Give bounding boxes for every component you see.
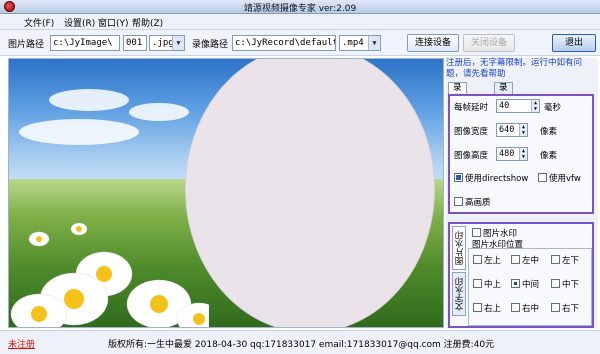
- video-ext-select[interactable]: .mp4 ▼: [339, 35, 381, 51]
- height-value: 480: [499, 149, 515, 159]
- vfw-label: 使用vfw: [549, 174, 581, 184]
- tab-text-watermark[interactable]: 文字水印: [452, 272, 466, 316]
- directshow-label: 使用directshow: [465, 174, 529, 184]
- position-label: 右下: [562, 304, 580, 314]
- vfw-checkbox[interactable]: [538, 173, 547, 182]
- position-label: 左下: [562, 256, 580, 266]
- width-label: 图像宽度: [454, 127, 489, 137]
- spinner-arrows-icon: ▲ ▼: [519, 124, 527, 136]
- position-radio-right-bottom[interactable]: [551, 303, 560, 312]
- tab-image-watermark[interactable]: 图片水印: [452, 226, 466, 270]
- height-label: 图像高度: [454, 151, 489, 161]
- title-bar: 靖源视频摄像专家 ver:2.09: [0, 0, 600, 14]
- toolbar: 图片路径 c:\JyImage\ 001 .jpg ▼ 录像路径 c:\JyRe…: [0, 30, 600, 56]
- tab-image-watermark-label: 图片水印: [455, 231, 465, 265]
- position-radio-left-middle[interactable]: [511, 255, 520, 264]
- high-quality-checkbox[interactable]: [454, 197, 463, 206]
- position-label: 中间: [522, 280, 540, 290]
- watermark-position-group: 左上 左中 左下 中上 中间 中下 右上 右中 右下: [468, 248, 592, 326]
- menu-file[interactable]: 文件(F): [24, 16, 54, 29]
- image-ext-select[interactable]: .jpg ▼: [149, 35, 185, 51]
- menu-bar: 文件(F) 设置(R) 窗口(Y) 帮助(Z): [0, 14, 600, 30]
- image-index-input[interactable]: 001: [123, 35, 147, 51]
- position-radio-top-left[interactable]: [473, 255, 482, 264]
- position-radio-left-bottom[interactable]: [551, 255, 560, 264]
- image-path-input[interactable]: c:\JyImage\: [50, 35, 120, 51]
- position-label: 左中: [522, 256, 540, 266]
- menu-window[interactable]: 窗口(Y): [98, 16, 129, 29]
- position-label: 右中: [522, 304, 540, 314]
- frame-delay-unit: 毫秒: [544, 103, 562, 113]
- watermark-box: 图片水印 文字水印 图片水印 图片水印位置 左上 左中 左下 中上 中间 中下 …: [448, 222, 594, 328]
- width-unit: 像素: [540, 127, 558, 137]
- daisy-flowers: [10, 222, 209, 327]
- menu-settings[interactable]: 设置(R): [64, 16, 95, 29]
- height-unit: 像素: [540, 151, 558, 161]
- exit-button[interactable]: 退出: [552, 34, 596, 52]
- position-label: 右上: [484, 304, 502, 314]
- chevron-down-icon: ▼: [172, 36, 184, 50]
- video-path-input[interactable]: c:\JyRecord\default: [232, 35, 336, 51]
- register-notice: 注册后，无字幕限制。运行中如有问题，请先看帮助: [446, 58, 583, 79]
- cloud: [49, 89, 129, 111]
- position-radio-center[interactable]: [511, 279, 520, 288]
- position-label: 左上: [484, 256, 502, 266]
- video-ext-value: .mp4: [342, 38, 364, 48]
- video-path-label: 录像路径: [192, 40, 229, 50]
- tab-record-settings[interactable]: 录像设置: [448, 82, 467, 126]
- directshow-checkbox[interactable]: [454, 173, 463, 182]
- image-watermark-checkbox[interactable]: [472, 228, 481, 237]
- camera-preview: [8, 58, 444, 328]
- height-input[interactable]: 480 ▲ ▼: [496, 147, 528, 161]
- width-value: 640: [499, 125, 515, 135]
- cloud: [19, 119, 139, 145]
- position-radio-center-bottom[interactable]: [551, 279, 560, 288]
- preview-mask-oval: [185, 59, 435, 327]
- connect-device-button[interactable]: 连接设备: [407, 34, 459, 52]
- record-settings-box: 每帧延时 40 ▲ ▼ 毫秒 图像宽度 640 ▲ ▼ 像素 图像高度 480 ▲ ▼…: [448, 94, 594, 214]
- close-device-button[interactable]: 关闭设备: [463, 34, 515, 52]
- copyright-info: 版权所有:一生中最爱 2018-04-30 qq:171833017 email…: [108, 340, 495, 350]
- register-link[interactable]: 未注册: [8, 337, 35, 350]
- frame-delay-value: 40: [499, 101, 510, 111]
- image-path-label: 图片路径: [8, 40, 45, 50]
- settings-panel: 注册后，无字幕限制。运行中如有问题，请先看帮助 录像设置 录像音源 每帧延时 4…: [446, 58, 598, 328]
- frame-delay-input[interactable]: 40 ▲ ▼: [496, 99, 540, 113]
- cloud: [129, 103, 189, 121]
- position-label: 中上: [484, 280, 502, 290]
- window-title: 靖源视频摄像专家 ver:2.09: [243, 4, 357, 14]
- tab-audio-source[interactable]: 录像音源: [494, 82, 513, 126]
- position-radio-center-top[interactable]: [473, 279, 482, 288]
- menu-help[interactable]: 帮助(Z): [132, 16, 163, 29]
- image-ext-value: .jpg: [152, 38, 174, 48]
- position-radio-right-middle[interactable]: [511, 303, 520, 312]
- chevron-down-icon: ▼: [368, 36, 380, 50]
- spinner-arrows-icon: ▲ ▼: [531, 100, 539, 112]
- frame-delay-label: 每帧延时: [454, 103, 489, 113]
- position-radio-right-top[interactable]: [473, 303, 482, 312]
- high-quality-label: 高画质: [465, 198, 491, 208]
- status-bar: 未注册 版权所有:一生中最爱 2018-04-30 qq:171833017 e…: [0, 330, 600, 354]
- width-input[interactable]: 640 ▲ ▼: [496, 123, 528, 137]
- spinner-arrows-icon: ▲ ▼: [519, 148, 527, 160]
- tab-text-watermark-label: 文字水印: [455, 277, 465, 311]
- position-label: 中下: [562, 280, 580, 290]
